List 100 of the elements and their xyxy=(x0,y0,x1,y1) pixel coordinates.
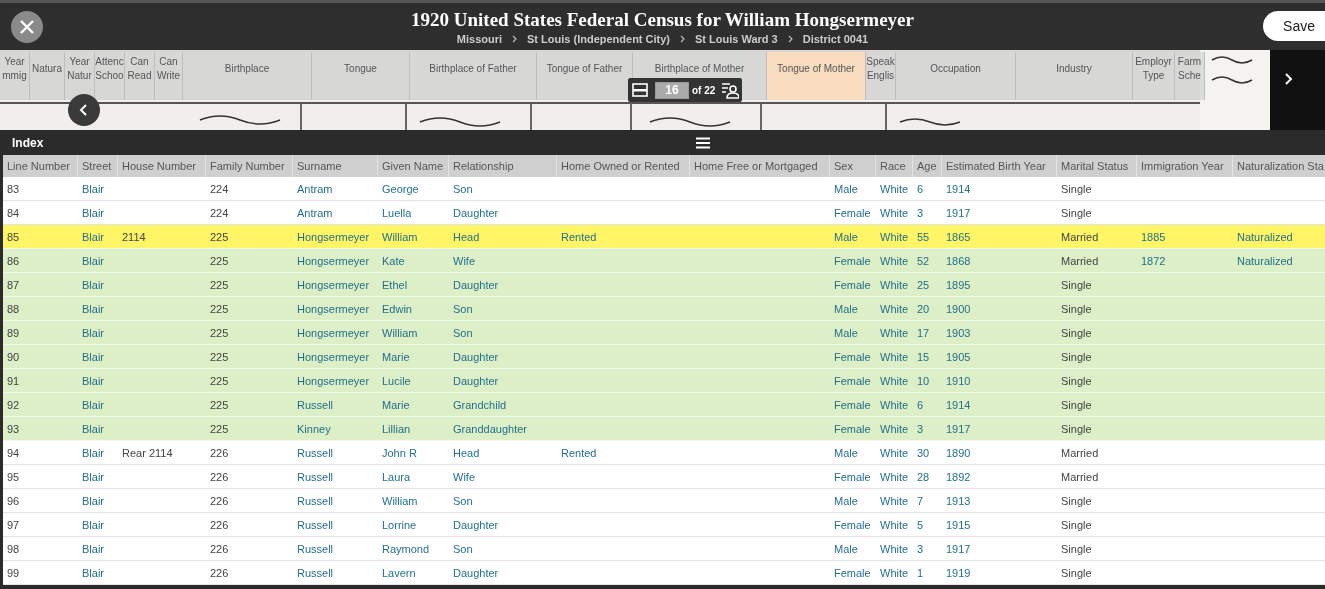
table-cell-text: Antram xyxy=(296,182,334,195)
table-cell-text: 1917 xyxy=(945,206,972,219)
table-cell-text: 30 xyxy=(916,446,931,459)
table-cell-text: Male xyxy=(833,326,859,339)
menu-button[interactable] xyxy=(695,135,711,151)
table-cell-text: 225 xyxy=(209,374,230,387)
table-cell-text: White xyxy=(879,278,910,291)
table-cell-text: 1917 xyxy=(945,542,972,555)
table-cell-text: Lorrine xyxy=(381,518,418,531)
page-title: 1920 United States Federal Census for William Hongsermeyer xyxy=(411,8,914,31)
page-total: of 22 xyxy=(692,84,717,96)
column-label: Speak Englis xyxy=(866,52,896,100)
column-label: Industry xyxy=(1016,52,1133,100)
table-cell-text: 1872 xyxy=(1140,254,1167,267)
table-cell-text: 93 xyxy=(6,422,21,435)
table-cell-text: Single xyxy=(1060,542,1093,555)
table-row[interactable]: 85 Blair 2114 225 Hongsermeyer William Head Rented Male White 55 1865 Married 1885 Naturalized xyxy=(3,225,1325,249)
table-cell-text: Single xyxy=(1060,398,1093,411)
table-cell-text: 226 xyxy=(209,446,230,459)
table-cell-text: 225 xyxy=(209,422,230,435)
table-cell-text: 1885 xyxy=(1140,230,1167,243)
breadcrumb-link[interactable]: Missouri xyxy=(456,32,503,45)
table-row[interactable]: 86 Blair 225 Hongsermeyer Kate Wife Female White 52 1868 Married 1872 Naturalized xyxy=(3,249,1325,273)
table-row[interactable]: 88 Blair 225 Hongsermeyer Edwin Son Male White 20 1900 Single xyxy=(3,297,1325,321)
table-cell-text: Son xyxy=(452,494,474,507)
table-cell-text: Male xyxy=(833,182,859,195)
breadcrumb-link[interactable]: St Louis (Independent City) xyxy=(527,32,671,45)
table-cell-text: Blair xyxy=(81,398,105,411)
table-cell-text: White xyxy=(879,494,910,507)
table-cell-text: Rented xyxy=(560,230,598,243)
column-label: Can Write xyxy=(155,52,183,100)
table-row[interactable]: 91 Blair 225 Hongsermeyer Lucile Daughter Female White 10 1910 Single xyxy=(3,369,1325,393)
table-cell-text: 52 xyxy=(916,254,931,267)
table-cell-text: Edwin xyxy=(381,302,413,315)
table-cell-text: Blair xyxy=(81,302,105,315)
table-cell-text: Russell xyxy=(296,518,335,531)
table-cell-text: Female xyxy=(833,374,872,387)
table-cell-text: 90 xyxy=(6,350,21,363)
table-cell-text: 226 xyxy=(209,542,230,555)
table-cell-text: White xyxy=(879,230,910,243)
table-cell-text: Female xyxy=(833,350,872,363)
table-cell-text: 91 xyxy=(6,374,21,387)
table-cell-text: Wife xyxy=(452,470,476,483)
table-cell-text: Male xyxy=(833,302,859,315)
table-cell-text: Granddaughter xyxy=(452,422,528,435)
table-cell-text: 1892 xyxy=(945,470,972,483)
table-cell-text: Russell xyxy=(296,470,335,483)
table-cell-text: 225 xyxy=(209,350,230,363)
table-cell-text: Single xyxy=(1060,374,1093,387)
table-cell-text: Marie xyxy=(381,350,411,363)
table-cell-text: Female xyxy=(833,470,872,483)
table-cell-text: Lavern xyxy=(381,566,417,579)
table-row[interactable]: 90 Blair 225 Hongsermeyer Marie Daughter Female White 15 1905 Single xyxy=(3,345,1325,369)
table-cell-text: White xyxy=(879,566,910,579)
table-row[interactable]: 93 Blair 225 Kinney Lillian Granddaughter Female White 3 1917 Single xyxy=(3,417,1325,441)
table-cell-text: Single xyxy=(1060,206,1093,219)
close-button[interactable] xyxy=(11,11,43,43)
table-cell-text: Male xyxy=(833,446,859,459)
table-cell-text: Married xyxy=(1060,254,1100,267)
table-cell-text: 226 xyxy=(209,518,230,531)
table-cell-text: 95 xyxy=(6,470,21,483)
table-row[interactable]: 87 Blair 225 Hongsermeyer Ethel Daughter Female White 25 1895 Single xyxy=(3,273,1325,297)
table-cell-text: 10 xyxy=(916,374,931,387)
table-cell-text: 6 xyxy=(916,182,925,195)
breadcrumb-link[interactable]: District 0041 xyxy=(802,32,869,45)
save-button[interactable]: Save xyxy=(1263,11,1325,41)
table-cell-text: Blair xyxy=(81,566,105,579)
table-cell-text: Single xyxy=(1060,350,1093,363)
table-row[interactable]: 89 Blair 225 Hongsermeyer William Son Male White 17 1903 Single xyxy=(3,321,1325,345)
table-cell-text: 85 xyxy=(6,230,21,243)
chevron-icon xyxy=(787,34,793,43)
breadcrumb-link[interactable]: St Louis Ward 3 xyxy=(695,32,778,45)
menu-icon xyxy=(696,137,710,149)
table-cell-text: Hongsermeyer xyxy=(296,350,371,363)
table-cell-text: 2114 xyxy=(121,230,147,243)
table-cell-text: Single xyxy=(1060,182,1093,195)
column-label: Can Read xyxy=(125,52,155,100)
table-cell-text: White xyxy=(879,542,910,555)
table-cell-text: 84 xyxy=(6,206,21,219)
close-icon xyxy=(19,19,35,35)
table-cell-text: 86 xyxy=(6,254,21,267)
table-cell-text: Wife xyxy=(452,254,476,267)
table-cell-text: Son xyxy=(452,182,474,195)
table-cell-text: 225 xyxy=(209,398,230,411)
table-cell-text: 83 xyxy=(6,182,21,195)
table-cell-text: 92 xyxy=(6,398,21,411)
table-cell-text: William xyxy=(381,326,419,339)
table-cell-text: Blair xyxy=(81,422,105,435)
table-cell-text: 1900 xyxy=(945,302,972,315)
table-row[interactable]: 92 Blair 225 Russell Marie Grandchild Female White 6 1914 Single xyxy=(3,393,1325,417)
table-cell-text: 3 xyxy=(916,422,925,435)
table-cell-text: Blair xyxy=(81,494,105,507)
column-label: Natura xyxy=(30,52,65,100)
table-cell-text: Hongsermeyer xyxy=(296,326,371,339)
table-cell-text: Married xyxy=(1060,230,1100,243)
table-cell-text: 15 xyxy=(916,350,931,363)
table-cell-text: 226 xyxy=(209,566,230,579)
table-cell-text: 96 xyxy=(6,494,21,507)
table-cell-text: 225 xyxy=(209,326,230,339)
table-cell-text: Son xyxy=(452,542,474,555)
